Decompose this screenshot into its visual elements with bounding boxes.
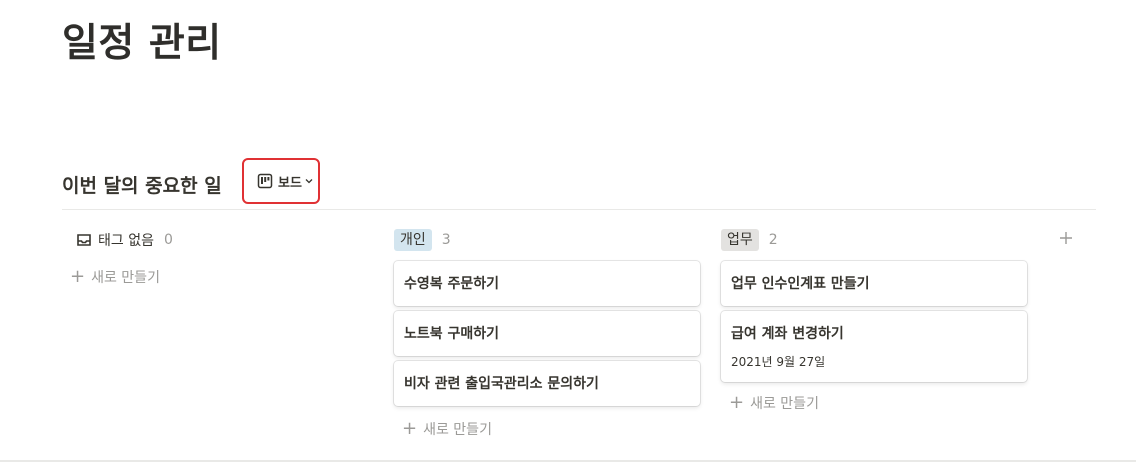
new-item-button[interactable]: + 새로 만들기 [721, 388, 1027, 418]
database-title[interactable]: 이번 달의 중요한 일 [62, 171, 222, 198]
card-title: 급여 계좌 변경하기 [731, 326, 844, 342]
column-count: 0 [163, 232, 173, 248]
new-item-label: 새로 만들기 [91, 270, 160, 286]
column-header[interactable]: 개인 3 [394, 224, 700, 256]
plus-icon [1060, 232, 1072, 244]
new-item-label: 새로 만들기 [423, 422, 492, 438]
board-column-work: 업무 2 업무 인수인계표 만들기 급여 계좌 변경하기 2021년 9월 27… [721, 224, 1027, 418]
card-title: 수영복 주문하기 [404, 276, 500, 292]
card-title: 노트북 구매하기 [404, 326, 500, 342]
board-card[interactable]: 수영복 주문하기 [394, 261, 700, 306]
page-title[interactable]: 일정 관리 [62, 16, 222, 72]
view-switch-label: 보드 [278, 175, 302, 191]
board-card[interactable]: 업무 인수인계표 만들기 [721, 261, 1027, 306]
plus-icon: + [70, 266, 86, 287]
board-card[interactable]: 비자 관련 출입국관리소 문의하기 [394, 361, 700, 406]
board-column-personal: 개인 3 수영복 주문하기 노트북 구매하기 비자 관련 출입국관리소 문의하기… [394, 224, 700, 444]
card-date: 2021년 9월 27일 [731, 355, 826, 369]
plus-icon: + [402, 418, 418, 439]
new-item-button[interactable]: + 새로 만들기 [394, 414, 700, 444]
board-card[interactable]: 노트북 구매하기 [394, 311, 700, 356]
column-count: 2 [768, 232, 778, 248]
column-header[interactable]: 업무 2 [721, 224, 1027, 256]
board-card[interactable]: 급여 계좌 변경하기 2021년 9월 27일 [721, 311, 1027, 382]
chevron-down-icon [305, 179, 313, 184]
column-count: 3 [441, 232, 451, 248]
column-tag: 개인 [394, 229, 432, 251]
new-item-label: 새로 만들기 [750, 396, 819, 412]
plus-icon: + [729, 392, 745, 413]
card-title: 비자 관련 출입국관리소 문의하기 [404, 376, 599, 392]
view-switch-button[interactable]: 보드 [242, 158, 320, 204]
page: 일정 관리 이번 달의 중요한 일 보드 태그 없음 0 + 새로 만들기 개인… [0, 0, 1136, 462]
inbox-icon [77, 234, 91, 246]
header-divider [62, 209, 1096, 210]
add-group-button[interactable] [1054, 226, 1078, 250]
column-name: 태그 없음 [98, 233, 154, 249]
board-view-icon [257, 173, 273, 189]
board-column-no-tag: 태그 없음 0 + 새로 만들기 [62, 224, 368, 292]
database-header: 이번 달의 중요한 일 보드 [62, 158, 320, 204]
card-title: 업무 인수인계표 만들기 [731, 276, 870, 292]
new-item-button[interactable]: + 새로 만들기 [62, 262, 368, 292]
column-header[interactable]: 태그 없음 0 [62, 224, 368, 256]
column-tag: 업무 [721, 229, 759, 251]
